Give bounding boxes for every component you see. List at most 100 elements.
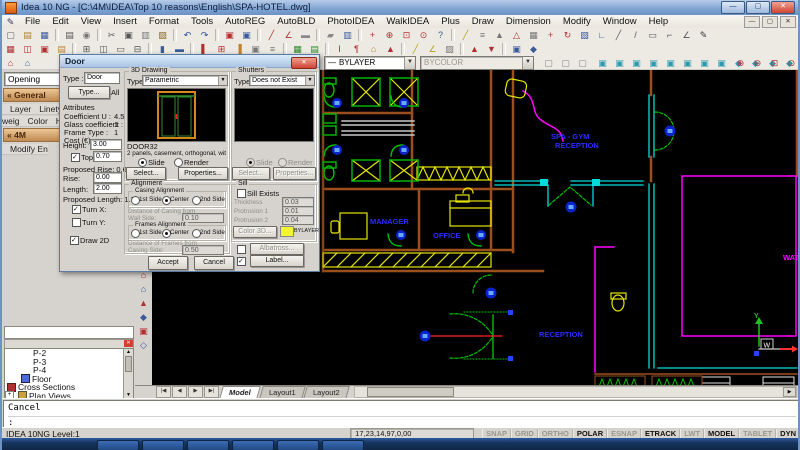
ruler-icon[interactable]: ▬	[298, 29, 313, 41]
layer[interactable]: Layer	[2, 104, 31, 115]
p-4[interactable]: P-4	[5, 366, 133, 375]
taskbar-button[interactable]	[277, 440, 319, 450]
render-icon[interactable]: ▥	[340, 29, 355, 41]
redo-icon[interactable]: ↷	[197, 29, 212, 41]
help[interactable]: Help	[643, 16, 675, 27]
window[interactable]: Window	[597, 16, 643, 27]
rotate-icon[interactable]: ↻	[560, 29, 575, 41]
shade-icon[interactable]: ▧	[577, 29, 592, 41]
albatross-checkbox[interactable]	[237, 245, 246, 254]
raise-icon[interactable]: ▲	[383, 43, 398, 55]
scroll-thumb[interactable]	[367, 387, 454, 397]
maximize-button[interactable]: ▢	[746, 1, 770, 14]
chamfer-icon[interactable]: ∠	[679, 29, 694, 41]
height-field[interactable]: 3.00	[90, 139, 122, 150]
slope-2-icon[interactable]: ∠	[425, 43, 440, 55]
grid-small-icon[interactable]: ▦	[526, 29, 541, 41]
tree-listbox[interactable]	[4, 326, 134, 339]
print-icon[interactable]: ▤	[62, 29, 77, 41]
shade-mode-2-icon[interactable]: ▢	[558, 57, 573, 69]
view-se-icon[interactable]: ▣	[714, 57, 729, 69]
print-preview-icon[interactable]: ◉	[79, 29, 94, 41]
zoom-realtime-icon[interactable]: ⊕	[382, 29, 397, 41]
new-icon[interactable]: ▢	[3, 29, 18, 41]
view-sw-icon[interactable]: ▣	[697, 57, 712, 69]
type-button[interactable]: Type...	[68, 86, 110, 99]
slope-icon[interactable]: ╱	[458, 29, 473, 41]
block-icon[interactable]: ▣	[509, 43, 524, 55]
polyline-icon[interactable]: /	[628, 29, 643, 41]
level-down-icon[interactable]: ▼	[484, 43, 499, 55]
pen-line-icon[interactable]: ╱	[264, 29, 279, 41]
taskbar-button[interactable]	[187, 440, 229, 450]
view-bottom-icon[interactable]: ▣	[612, 57, 627, 69]
warning-icon[interactable]: △	[509, 29, 524, 41]
|◀[interactable]: |◀	[156, 386, 171, 398]
label-checkbox[interactable]	[237, 257, 246, 266]
door-type-combo[interactable]: Door	[84, 72, 120, 84]
copy-icon[interactable]: ▣	[121, 29, 136, 41]
▶|[interactable]: ▶|	[204, 386, 219, 398]
taskbar-button[interactable]	[322, 440, 364, 450]
ortho[interactable]: ORTHO	[538, 429, 573, 439]
pen-angle-icon[interactable]: ∠	[281, 29, 296, 41]
modify[interactable]: Modify	[557, 16, 597, 27]
tools[interactable]: Tools	[185, 16, 219, 27]
model-view-icon[interactable]: ⌂	[136, 283, 151, 295]
view-front-icon[interactable]: ▣	[663, 57, 678, 69]
perspective-view-icon[interactable]: ◇	[136, 339, 151, 351]
tab-layout1[interactable]: Layout1	[259, 386, 305, 399]
etrack[interactable]: ETRACK	[641, 429, 680, 439]
zoom-window-icon[interactable]: ⊡	[399, 29, 414, 41]
wall-grid-icon[interactable]: ▦	[3, 43, 18, 55]
draw[interactable]: Draw	[466, 16, 500, 27]
layer-box-icon[interactable]: ▣	[239, 29, 254, 41]
mass-icon[interactable]: ▲	[492, 29, 507, 41]
line-icon[interactable]: ╱	[611, 29, 626, 41]
open-icon[interactable]: ▤	[20, 29, 35, 41]
shade-mode-3-icon[interactable]: ▢	[575, 57, 590, 69]
turn-x-checkbox[interactable]	[72, 205, 81, 214]
slide-radio[interactable]	[138, 158, 147, 167]
fillet-icon[interactable]: ⌐	[662, 29, 677, 41]
tablet[interactable]: TABLET	[739, 429, 776, 439]
zoom-extents-icon[interactable]: ⊡	[767, 57, 782, 69]
wall-double-icon[interactable]: ◫	[20, 43, 35, 55]
autoreg[interactable]: AutoREG	[219, 16, 271, 27]
roof-home-icon[interactable]: ⌂	[366, 43, 381, 55]
length-field[interactable]: 2.00	[93, 183, 122, 194]
sill-exists-checkbox[interactable]	[237, 189, 246, 198]
cut-icon[interactable]: ✂	[104, 29, 119, 41]
layer-check-icon[interactable]: ▣	[222, 29, 237, 41]
view-right-icon[interactable]: ▣	[646, 57, 661, 69]
lwt[interactable]: LWT	[680, 429, 704, 439]
tab-layout2[interactable]: Layout2	[304, 386, 350, 399]
pan-icon[interactable]: +	[365, 29, 380, 41]
hatch-icon[interactable]: ▨	[442, 43, 457, 55]
save-icon[interactable]: ▦	[37, 29, 52, 41]
slope-1-icon[interactable]: ╱	[408, 43, 423, 55]
◀[interactable]: ◀	[172, 386, 187, 398]
rise-field[interactable]: 0.00	[93, 172, 122, 183]
▶[interactable]: ▶	[188, 386, 203, 398]
tab-model[interactable]: Model	[219, 386, 260, 399]
top-field[interactable]: 0.70	[93, 151, 122, 162]
p-3[interactable]: P-3	[5, 358, 133, 367]
text-para-icon[interactable]: ¶	[349, 43, 364, 55]
block-2-icon[interactable]: ◆	[526, 43, 541, 55]
sketch-icon[interactable]: ✎	[696, 29, 711, 41]
axon-view-icon[interactable]: ◆	[136, 311, 151, 323]
zoom-all-icon[interactable]: ⊙	[784, 57, 799, 69]
file[interactable]: File	[19, 16, 46, 27]
scroll-up-icon[interactable]: ▲	[124, 349, 133, 355]
view-top-icon[interactable]: ▣	[595, 57, 610, 69]
autobld[interactable]: AutoBLD	[271, 16, 321, 27]
format[interactable]: Format	[143, 16, 185, 27]
taskbar-button[interactable]	[142, 440, 184, 450]
go-up-icon[interactable]: ▲	[136, 297, 151, 309]
mdi-minimize-button[interactable]: —	[744, 16, 760, 28]
shutters-type-combo[interactable]: Does not Exist▼	[249, 75, 315, 86]
horizontal-scrollbar[interactable]: ▶	[354, 386, 797, 398]
color[interactable]: Color	[19, 116, 47, 127]
properties-button[interactable]: Properties...	[178, 167, 228, 180]
